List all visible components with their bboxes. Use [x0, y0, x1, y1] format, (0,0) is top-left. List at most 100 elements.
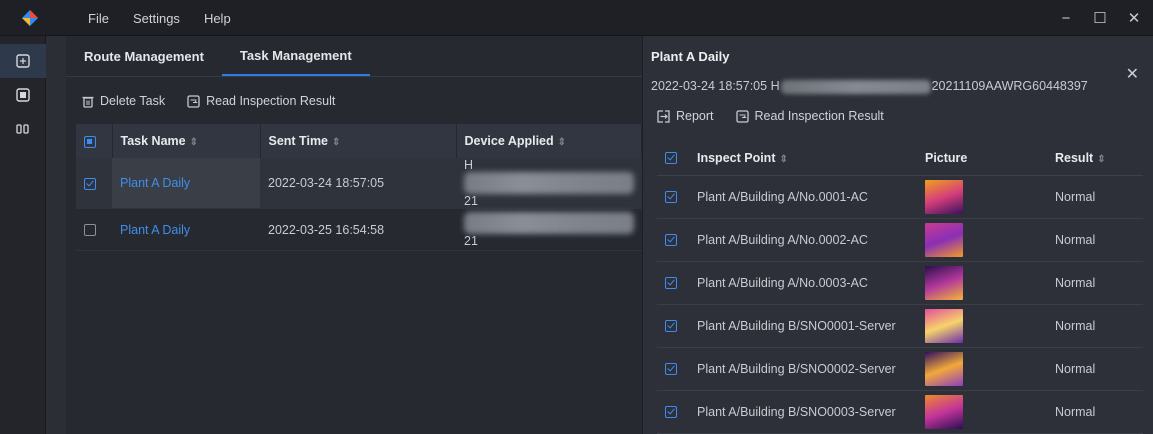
inspection-table: Inspect Point ⇕ Picture Result ⇕ Plant A/B…	[657, 141, 1143, 434]
row-checkbox[interactable]	[84, 177, 96, 190]
maximize-button[interactable]: ☐	[1093, 9, 1107, 27]
device-suffix: 21	[464, 194, 478, 208]
result-cell: Normal	[1047, 347, 1143, 391]
device-suffix: 21	[464, 233, 478, 248]
row-checkbox-cell	[657, 261, 689, 305]
task-table: Task Name ⇕ Sent Time ⇕ Device Applied ⇕ Pl…	[76, 124, 642, 251]
device-prefix: H	[464, 158, 474, 172]
window-controls: − ☐ ✕	[1059, 0, 1141, 36]
task-toolbar: Delete Task Read Inspection Result	[82, 94, 335, 108]
panel-read-inspection-result-label: Read Inspection Result	[754, 109, 884, 123]
inspect-point-cell: Plant A/Building B/SNO0002-Server	[689, 347, 917, 391]
read-inspection-result-button[interactable]: Read Inspection Result	[187, 94, 335, 108]
inspection-row[interactable]: Plant A/Building A/No.0003-AC Normal	[657, 261, 1143, 305]
header-result[interactable]: Result ⇕	[1047, 141, 1143, 176]
panel-time: 2022-03-24 18:57:05	[651, 79, 768, 93]
inspection-row[interactable]: Plant A/Building B/SNO0003-Server Normal	[657, 390, 1143, 434]
panel-subtitle: 2022-03-24 18:57:05 H 20211109AAWRG604483…	[651, 79, 1088, 94]
device-applied-cell: 21	[456, 208, 642, 251]
panel-read-inspection-result-button[interactable]: Read Inspection Result	[735, 109, 884, 123]
side-rail	[0, 36, 46, 434]
panel-device-prefix: H	[770, 79, 780, 93]
row-checkbox-cell	[657, 304, 689, 348]
select-all-checkbox[interactable]	[84, 135, 96, 148]
row-checkbox[interactable]	[665, 234, 677, 247]
header-device-applied[interactable]: Device Applied ⇕	[456, 124, 642, 158]
inspection-row[interactable]: Plant A/Building A/No.0002-AC Normal	[657, 218, 1143, 262]
sort-icon: ⇕	[557, 137, 567, 148]
thermal-thumbnail[interactable]	[925, 394, 963, 429]
row-checkbox[interactable]	[84, 224, 96, 237]
tab-route-management[interactable]: Route Management	[66, 36, 222, 76]
redacted-device-id	[780, 79, 931, 94]
menu-bar: File Settings Help	[88, 0, 231, 36]
inspection-row[interactable]: Plant A/Building B/SNO0001-Server Normal	[657, 304, 1143, 348]
task-row[interactable]: Plant A Daily 2022-03-24 18:57:05 H 21	[76, 158, 642, 209]
thermal-thumbnail[interactable]	[925, 222, 963, 257]
row-checkbox[interactable]	[665, 406, 677, 419]
header-sent-time[interactable]: Sent Time ⇕	[260, 124, 457, 158]
inspect-point-cell: Plant A/Building B/SNO0003-Server	[689, 390, 917, 434]
task-name-cell: Plant A Daily	[112, 208, 260, 251]
row-checkbox[interactable]	[665, 320, 677, 333]
menu-settings[interactable]: Settings	[133, 11, 180, 26]
menu-help[interactable]: Help	[204, 11, 231, 26]
sent-time-cell: 2022-03-24 18:57:05	[260, 158, 456, 209]
trash-icon	[82, 96, 94, 108]
header-sent-time-label: Sent Time	[268, 134, 329, 148]
delete-task-button[interactable]: Delete Task	[82, 94, 165, 108]
export-icon	[657, 109, 670, 123]
task-name-link[interactable]: Plant A Daily	[120, 223, 190, 237]
panel-toolbar: Report Read Inspection Result	[657, 109, 884, 123]
rail-device-button[interactable]	[0, 78, 46, 112]
tab-task-management[interactable]: Task Management	[221, 36, 370, 76]
menu-file[interactable]: File	[88, 11, 109, 26]
row-checkbox-cell	[76, 208, 112, 251]
sort-icon: ⇕	[1097, 153, 1106, 165]
select-all-cell	[657, 141, 689, 176]
thermal-thumbnail[interactable]	[925, 351, 963, 386]
inspect-point-cell: Plant A/Building A/No.0001-AC	[689, 175, 917, 219]
inspection-row[interactable]: Plant A/Building A/No.0001-AC Normal	[657, 175, 1143, 219]
header-task-name[interactable]: Task Name ⇕	[112, 124, 261, 158]
sent-time-cell: 2022-03-25 16:54:58	[260, 208, 456, 251]
close-window-button[interactable]: ✕	[1127, 9, 1141, 27]
grid-icon	[16, 54, 30, 68]
header-inspect-point-label: Inspect Point	[697, 150, 776, 165]
task-table-header: Task Name ⇕ Sent Time ⇕ Device Applied ⇕	[76, 124, 642, 158]
rail-task-button[interactable]	[0, 44, 46, 78]
task-name-link[interactable]: Plant A Daily	[120, 176, 190, 190]
picture-cell	[917, 261, 1047, 305]
rail-more-button[interactable]	[0, 112, 46, 146]
pair-icon	[16, 124, 29, 134]
report-button[interactable]: Report	[657, 109, 714, 123]
thermal-thumbnail[interactable]	[925, 308, 963, 343]
tab-divider	[66, 76, 642, 77]
row-checkbox[interactable]	[665, 277, 677, 290]
report-label: Report	[676, 109, 714, 123]
row-checkbox-cell	[657, 390, 689, 434]
header-result-label: Result	[1055, 150, 1094, 165]
minimize-button[interactable]: −	[1059, 10, 1073, 27]
header-inspect-point[interactable]: Inspect Point ⇕	[689, 141, 917, 176]
thermal-thumbnail[interactable]	[925, 179, 963, 214]
row-checkbox-cell	[657, 175, 689, 219]
result-cell: Normal	[1047, 390, 1143, 434]
import-icon	[735, 109, 749, 123]
device-applied-cell: H 21	[456, 158, 642, 209]
row-checkbox[interactable]	[665, 363, 677, 376]
task-row[interactable]: Plant A Daily 2022-03-25 16:54:58 21	[76, 208, 642, 251]
task-detail-panel: Plant A Daily ✕ 2022-03-24 18:57:05 H 202…	[642, 36, 1153, 434]
thermal-thumbnail[interactable]	[925, 265, 963, 300]
sort-icon: ⇕	[332, 137, 341, 148]
row-checkbox[interactable]	[665, 191, 677, 204]
row-checkbox-cell	[76, 158, 112, 209]
picture-cell	[917, 218, 1047, 262]
header-picture: Picture	[917, 141, 1047, 176]
picture-cell	[917, 304, 1047, 348]
header-device-applied-label: Device Applied	[464, 134, 554, 148]
result-cell: Normal	[1047, 175, 1143, 219]
select-all-checkbox[interactable]	[665, 152, 677, 165]
close-panel-button[interactable]: ✕	[1126, 64, 1139, 84]
inspection-row[interactable]: Plant A/Building B/SNO0002-Server Normal	[657, 347, 1143, 391]
